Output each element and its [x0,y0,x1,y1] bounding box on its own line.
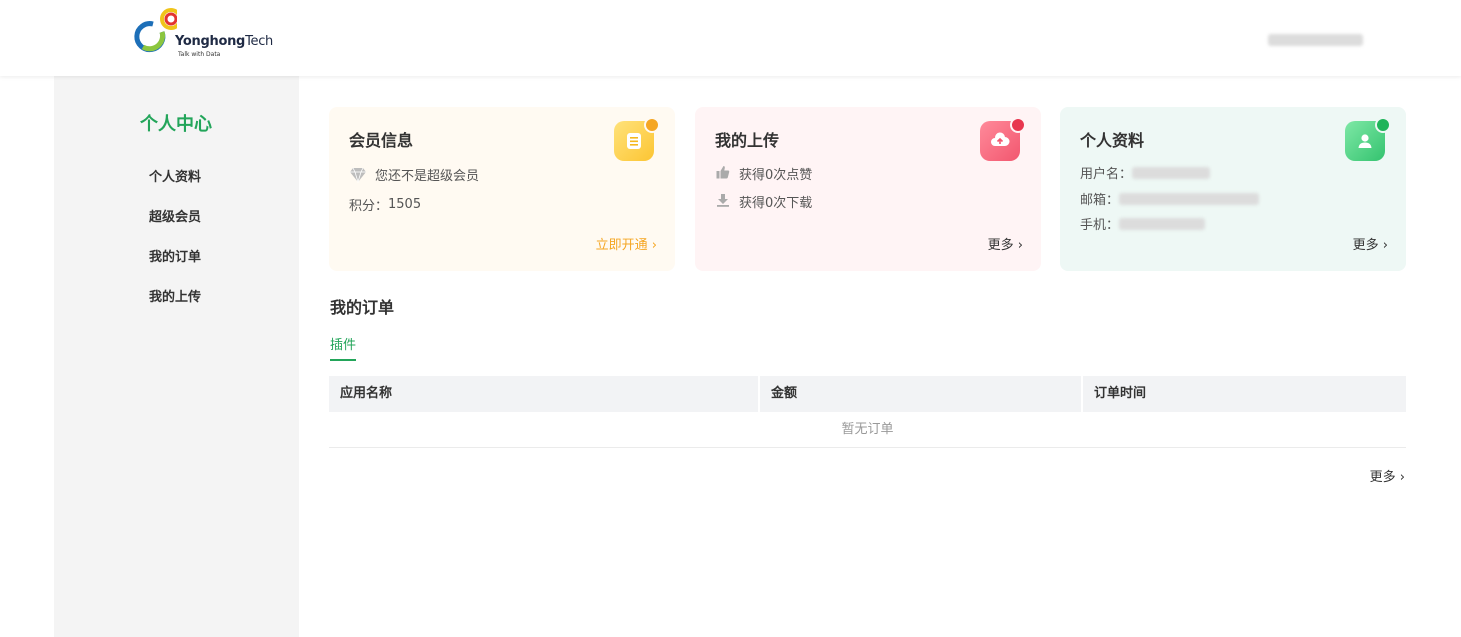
orders-more-link[interactable]: 更多 › [1370,466,1405,485]
uploads-card-title: 我的上传 [715,131,780,150]
sidebar-item-uploads[interactable]: 我的上传 [149,286,201,305]
member-status: 您还不是超级会员 [349,165,479,184]
blurred-phone-value [1119,217,1206,230]
profile-username: 用户名： [1080,163,1211,182]
column-amount: 金额 [760,376,1083,412]
chevron-right-icon: › [651,238,657,253]
uploads-badge [980,117,1026,161]
download-icon [715,193,731,211]
diamond-icon [350,167,366,183]
column-order-time: 订单时间 [1094,386,1147,401]
blurred-username [1268,34,1363,46]
chevron-right-icon: › [1399,470,1405,485]
profile-more-link[interactable]: 更多 › [1353,234,1388,253]
member-badge [614,117,660,161]
my-uploads-card: 我的上传 获得0次点赞 获得0次下载 更多 › [695,107,1041,271]
sidebar-title: 个人中心 [140,114,212,135]
sidebar-item-orders[interactable]: 我的订单 [149,246,201,265]
thumbs-up-icon [715,165,731,183]
logo-rings-icon [134,8,177,53]
table-header: 应用名称 金额 订单时间 [329,376,1406,412]
yonghong-logo[interactable]: YonghongTech Talk with Data [133,6,273,60]
column-app-name: 应用名称 [329,376,760,412]
activate-membership-link[interactable]: 立即开通 › [596,234,657,253]
clipboard-icon [627,133,641,149]
sidebar-item-super-member[interactable]: 超级会员 [149,206,201,225]
profile-phone: 手机： [1080,214,1206,233]
profile-badge [1345,117,1391,161]
chevron-right-icon: › [1017,238,1023,253]
profile-card-title: 个人资料 [1080,131,1145,150]
chevron-right-icon: › [1382,238,1388,253]
member-points: 积分： 1505 [349,197,422,214]
tab-plugins[interactable]: 插件 [330,334,357,361]
profile-email: 邮箱： [1080,189,1260,208]
sidebar: 个人中心 个人资料 超级会员 我的订单 我的上传 [54,76,299,637]
logo-tagline: Talk with Data [178,51,221,58]
downloads-count: 获得0次下载 [715,192,812,211]
empty-orders-message: 暂无订单 [329,412,1406,448]
logo-wordmark: YonghongTech [175,34,273,49]
likes-count: 获得0次点赞 [715,164,812,183]
user-account-menu[interactable] [1268,31,1363,46]
cloud-upload-icon [991,132,1010,146]
member-info-card: 会员信息 您还不是超级会员 积分： 1505 立即开通 › [329,107,675,271]
uploads-more-link[interactable]: 更多 › [988,234,1023,253]
sidebar-item-profile[interactable]: 个人资料 [149,166,201,185]
blurred-username-value [1132,166,1211,179]
blurred-email-value [1119,192,1260,205]
member-card-title: 会员信息 [349,131,414,150]
top-header: YonghongTech Talk with Data [0,0,1461,76]
orders-table: 应用名称 金额 订单时间 暂无订单 [329,376,1406,448]
user-icon [1358,134,1372,148]
profile-card: 个人资料 用户名： 邮箱： 手机： 更多 › [1060,107,1406,271]
orders-section-title: 我的订单 [330,298,395,317]
